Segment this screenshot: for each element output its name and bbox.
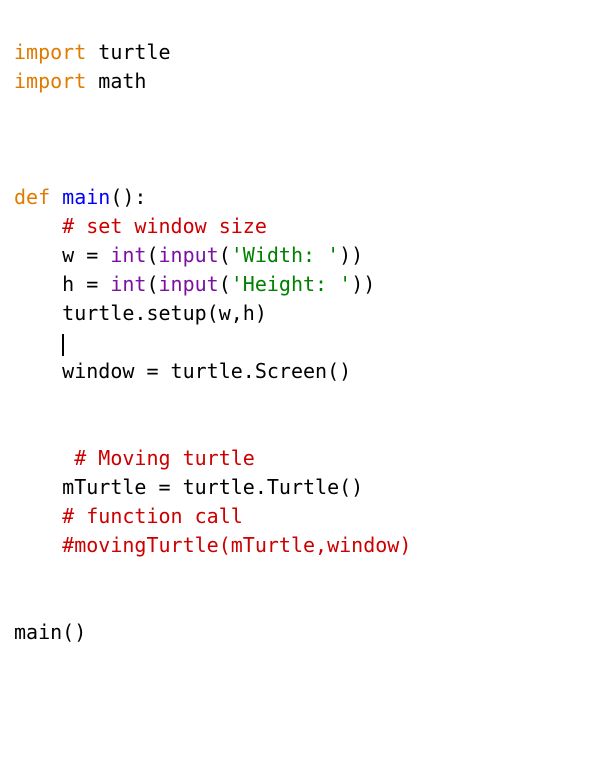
code-token: main [62,185,110,209]
code-token: window = turtle.Screen() [14,359,351,383]
code-token [14,330,62,354]
code-token: h = [14,272,110,296]
code-token: #movingTurtle(mTurtle,window) [62,533,411,557]
code-token: w = [14,243,110,267]
code-token: (): [110,185,146,209]
code-token: ( [146,272,158,296]
code-token: # set window size [62,214,267,238]
code-content: import turtle import math def main(): # … [14,38,588,647]
code-token [14,504,62,528]
code-token [14,446,74,470]
code-token: )) [339,243,363,267]
code-token: 'Height: ' [231,272,351,296]
code-token: input [159,272,219,296]
code-token [14,533,62,557]
code-token: import [14,69,86,93]
code-token: input [159,243,219,267]
code-token: 'Width: ' [231,243,339,267]
code-token: mTurtle = turtle.Turtle() [14,475,363,499]
code-token: def [14,185,50,209]
code-token: turtle.setup(w,h) [14,301,267,325]
code-token: int [110,272,146,296]
code-token [14,214,62,238]
text-cursor [62,334,64,356]
code-token: math [86,69,146,93]
code-token: ( [219,243,231,267]
code-token: # Moving turtle [74,446,255,470]
code-token: # function call [62,504,243,528]
code-token: import [14,40,86,64]
code-token: turtle [86,40,170,64]
code-editor[interactable]: import turtle import math def main(): # … [0,0,602,685]
code-token: ( [146,243,158,267]
code-token: )) [351,272,375,296]
code-token: ( [219,272,231,296]
code-token [50,185,62,209]
code-token: main() [14,620,86,644]
code-token: int [110,243,146,267]
